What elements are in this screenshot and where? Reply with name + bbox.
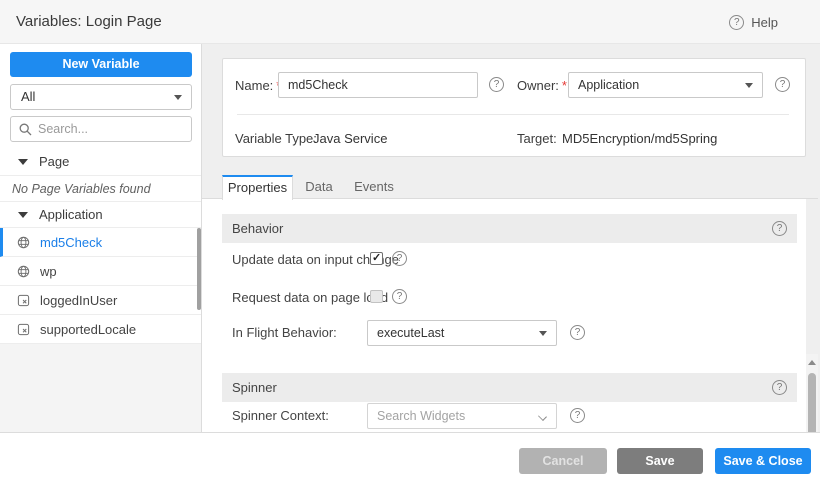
variable-item-loggedinuser[interactable]: loggedInUser <box>0 286 201 315</box>
search-input[interactable] <box>38 122 178 136</box>
variable-item-wp[interactable]: wp <box>0 257 201 286</box>
request-data-label: Request data on page load <box>232 290 388 305</box>
target-label: Target: <box>517 131 557 146</box>
chevron-down-icon <box>745 83 753 88</box>
target-value: MD5Encryption/md5Spring <box>562 131 717 146</box>
section-label: Page <box>39 154 69 169</box>
request-data-checkbox[interactable] <box>370 290 383 303</box>
properties-tab-content: Behavior ? Update data on input change ?… <box>202 199 806 432</box>
owner-help-icon[interactable]: ? <box>775 77 790 92</box>
tab-events[interactable]: Events <box>345 175 403 199</box>
variable-filter-select[interactable]: All <box>10 84 192 110</box>
variable-item-supportedlocale[interactable]: supportedLocale <box>0 315 201 344</box>
update-data-help-icon[interactable]: ? <box>392 251 407 266</box>
spinner-context-label: Spinner Context: <box>232 408 329 423</box>
sidebar-empty-area <box>0 344 201 432</box>
tab-properties[interactable]: Properties <box>222 175 293 200</box>
collapse-triangle-icon <box>18 212 28 218</box>
chevron-down-icon <box>539 331 547 336</box>
in-flight-behavior-select[interactable]: executeLast <box>367 320 557 346</box>
variables-sidebar: New Variable All Page No Page Variables … <box>0 44 202 432</box>
spinner-context-input[interactable] <box>377 409 527 423</box>
page-title: Variables: Login Page <box>16 0 162 44</box>
variable-item-md5check[interactable]: md5Check <box>0 228 201 257</box>
name-help-icon[interactable]: ? <box>489 77 504 92</box>
help-label: Help <box>751 15 778 30</box>
tree-section-application[interactable]: Application <box>0 202 201 228</box>
variables-tree: Page No Page Variables found Application… <box>0 148 201 344</box>
name-input[interactable] <box>278 72 478 98</box>
search-icon <box>19 123 32 136</box>
owner-selected-value: Application <box>578 78 639 92</box>
cancel-button[interactable]: Cancel <box>519 448 607 474</box>
help-question-icon: ? <box>729 15 744 30</box>
save-and-close-button[interactable]: Save & Close <box>715 448 811 474</box>
variable-detail-panel: Name:* ? Owner:* Application ? Variable … <box>202 44 820 432</box>
model-variable-icon <box>17 294 30 307</box>
owner-label: Owner:* <box>517 78 567 93</box>
new-variable-button[interactable]: New Variable <box>10 52 192 77</box>
in-flight-selected-value: executeLast <box>377 326 444 340</box>
java-service-icon <box>17 265 30 278</box>
behavior-section-header: Behavior ? <box>222 214 797 243</box>
sidebar-scrollbar-thumb[interactable] <box>197 228 201 310</box>
chevron-down-icon <box>174 95 182 100</box>
spinner-context-combobox[interactable] <box>367 403 557 429</box>
variables-dialog: Variables: Login Page ? Help New Variabl… <box>0 0 820 488</box>
variable-item-label: loggedInUser <box>40 293 117 308</box>
required-asterisk: * <box>562 78 567 93</box>
page-empty-message: No Page Variables found <box>0 176 201 202</box>
behavior-help-icon[interactable]: ? <box>772 221 787 236</box>
spinner-help-icon[interactable]: ? <box>772 380 787 395</box>
variable-item-label: md5Check <box>40 235 102 250</box>
save-button[interactable]: Save <box>617 448 703 474</box>
scroll-up-icon[interactable] <box>808 360 816 365</box>
spinner-context-help-icon[interactable]: ? <box>570 408 585 423</box>
variable-type-value: Java Service <box>313 131 387 146</box>
help-button[interactable]: ? Help <box>729 0 778 44</box>
spinner-section-title: Spinner <box>232 380 772 395</box>
dialog-header: Variables: Login Page ? Help <box>0 0 820 44</box>
variable-summary-card: Name:* ? Owner:* Application ? Variable … <box>222 58 806 157</box>
filter-selected-value: All <box>21 89 35 104</box>
in-flight-help-icon[interactable]: ? <box>570 325 585 340</box>
java-service-icon <box>17 236 30 249</box>
section-label: Application <box>39 207 103 222</box>
dialog-footer: Cancel Save Save & Close <box>0 432 820 488</box>
chevron-down-icon <box>538 412 547 421</box>
name-label: Name:* <box>235 78 281 93</box>
variable-search[interactable] <box>10 116 192 142</box>
model-variable-icon <box>17 323 30 336</box>
detail-tabbar: Properties Data Events <box>202 175 818 199</box>
in-flight-behavior-label: In Flight Behavior: <box>232 325 337 340</box>
tree-section-page[interactable]: Page <box>0 148 201 176</box>
card-divider <box>237 114 789 115</box>
variable-item-label: wp <box>40 264 57 279</box>
request-data-help-icon[interactable]: ? <box>392 289 407 304</box>
variable-type-label: Variable Type: <box>235 131 317 146</box>
update-data-checkbox[interactable] <box>370 252 383 265</box>
spinner-section-header: Spinner ? <box>222 373 797 402</box>
collapse-triangle-icon <box>18 159 28 165</box>
behavior-section-title: Behavior <box>232 221 772 236</box>
owner-select[interactable]: Application <box>568 72 763 98</box>
variable-item-label: supportedLocale <box>40 322 136 337</box>
tab-data[interactable]: Data <box>293 175 345 199</box>
